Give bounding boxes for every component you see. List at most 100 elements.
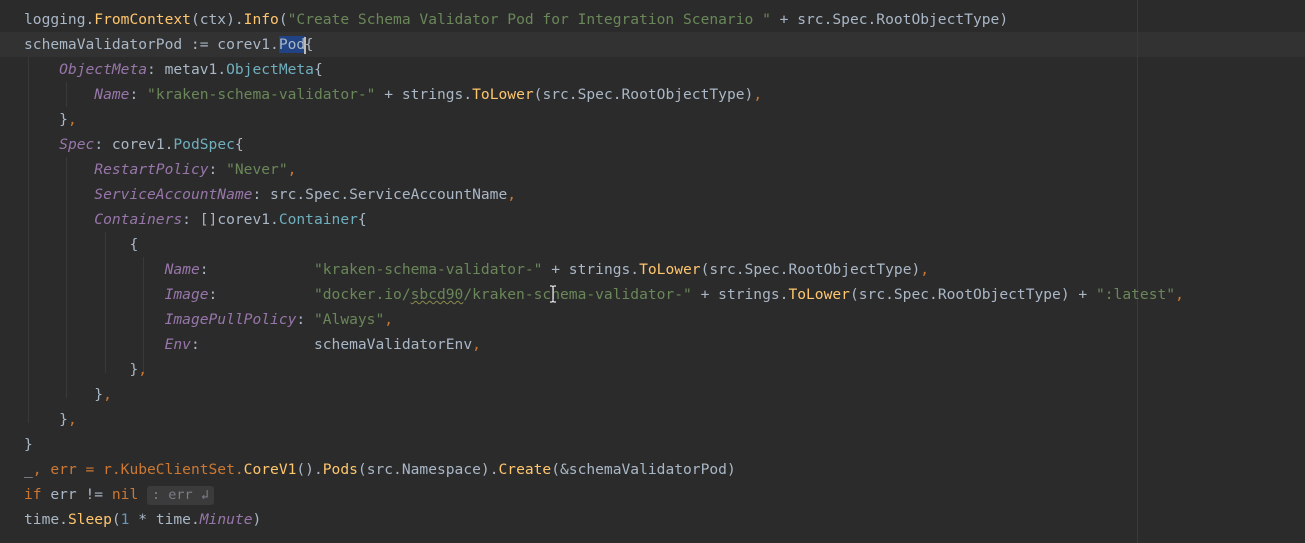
token: }: [24, 436, 33, 453]
code-line-10: {: [24, 232, 138, 257]
token: :: [296, 311, 314, 328]
token: schemaValidatorPod := corev1.: [24, 36, 279, 53]
token: (src.Spec.RootObjectType): [533, 86, 754, 103]
code-line-17: },: [24, 407, 77, 432]
token: err !=: [41, 486, 112, 503]
code-line-5: },: [24, 107, 77, 132]
token: ,: [67, 411, 77, 428]
token: + strings.: [375, 86, 473, 103]
token: }: [59, 411, 68, 428]
code-line-18: }: [24, 432, 33, 457]
token: : src.Spec.ServiceAccountName: [252, 186, 508, 203]
code-line-3: ObjectMeta: metav1.ObjectMeta{: [24, 57, 323, 82]
token: (: [111, 511, 121, 528]
token: ToLower: [472, 86, 534, 103]
token: (ctx).: [190, 11, 244, 28]
token: , err = r.KubeClientSet.: [32, 461, 244, 478]
code-line-20: if err != nil : err ↲: [24, 482, 214, 507]
string-literal: /kraken-schema-validator-": [463, 286, 692, 303]
code-line-7: RestartPolicy: "Never",: [24, 157, 296, 182]
string-literal: "kraken-schema-validator-": [147, 86, 376, 103]
constant: Minute: [199, 511, 253, 528]
code-line-13: ImagePullPolicy: "Always",: [24, 307, 393, 332]
right-margin-guide: [1137, 0, 1138, 543]
token: (&schemaValidatorPod): [551, 461, 736, 478]
code-line-1: logging.FromContext(ctx).Info("Create Sc…: [24, 7, 1008, 32]
field-name: Name: [164, 261, 200, 278]
token: _: [24, 461, 33, 478]
token: time.: [24, 511, 68, 528]
field-name: Spec: [59, 136, 95, 153]
token: FromContext: [94, 11, 191, 28]
string-literal: "docker.io/: [313, 286, 411, 303]
token: * time.: [129, 511, 200, 528]
token: Info: [243, 11, 279, 28]
token: (src.Spec.RootObjectType): [700, 261, 921, 278]
token: {: [357, 211, 367, 228]
token: }: [59, 111, 68, 128]
code-line-9: Containers: []corev1.Container{: [24, 207, 367, 232]
token: {: [234, 136, 244, 153]
token: (src.Namespace).: [357, 461, 499, 478]
field-name: ObjectMeta: [59, 61, 148, 78]
field-name: Name: [94, 86, 130, 103]
code-line-15: },: [24, 357, 147, 382]
token: ,: [67, 111, 77, 128]
token: (src.Spec.RootObjectType) +: [849, 286, 1096, 303]
token: }: [94, 386, 104, 403]
token: ,: [1175, 286, 1184, 303]
token: : corev1.: [94, 136, 174, 153]
type-name: PodSpec: [173, 136, 235, 153]
string-literal: "Never": [226, 161, 288, 178]
code-line-19: _, err = r.KubeClientSet.CoreV1().Pods(s…: [24, 457, 736, 482]
field-name: Image: [164, 286, 209, 303]
token: ().: [296, 461, 323, 478]
string-literal-typo: sbcd90: [410, 286, 464, 303]
token: ,: [138, 361, 148, 378]
code-line-16: },: [24, 382, 112, 407]
token: ,: [384, 311, 394, 328]
type-name: ObjectMeta: [226, 61, 314, 78]
selected-token: Pod: [278, 36, 306, 53]
field-name: Containers: [94, 211, 183, 228]
token: Create: [498, 461, 552, 478]
string-literal: "Create Schema Validator Pod for Integra…: [287, 11, 771, 28]
token: Sleep: [67, 511, 112, 528]
keyword: if: [24, 486, 42, 503]
code-line-6: Spec: corev1.PodSpec{: [24, 132, 244, 157]
string-literal: "Always": [313, 311, 385, 328]
token: ,: [287, 161, 297, 178]
token: + src.Spec.RootObjectType): [770, 11, 1009, 28]
token: : metav1.: [147, 61, 227, 78]
string-literal: "kraken-schema-validator-": [313, 261, 543, 278]
token: ,: [472, 336, 481, 353]
token: ,: [103, 386, 112, 403]
token: (: [278, 11, 288, 28]
text-ibeam-icon: [550, 285, 556, 303]
token: ToLower: [639, 261, 701, 278]
token: : schemaValidatorEnv: [190, 336, 473, 353]
field-name: RestartPolicy: [94, 161, 209, 178]
field-name: Env: [164, 336, 191, 353]
code-line-11: Name: "kraken-schema-validator-" + strin…: [24, 257, 929, 282]
token: Pods: [322, 461, 358, 478]
code-line-14: Env: schemaValidatorEnv,: [24, 332, 481, 357]
token: + strings.: [691, 286, 789, 303]
code-editor[interactable]: logging.FromContext(ctx).Info("Create Sc…: [0, 0, 1305, 543]
code-line-2: schemaValidatorPod := corev1.Pod{: [24, 32, 313, 57]
token: {: [313, 61, 323, 78]
code-line-4: Name: "kraken-schema-validator-" + strin…: [24, 82, 762, 107]
folded-block-hint[interactable]: : err ↲: [147, 486, 214, 505]
token: :: [129, 86, 148, 103]
field-name: ServiceAccountName: [94, 186, 253, 203]
token: + strings.: [542, 261, 640, 278]
token: logging.: [24, 11, 95, 28]
keyword: nil: [111, 486, 139, 503]
code-line-8: ServiceAccountName: src.Spec.ServiceAcco…: [24, 182, 516, 207]
token: ): [252, 511, 262, 528]
type-name: Container: [278, 211, 358, 228]
code-line-21: time.Sleep(1 * time.Minute): [24, 507, 261, 532]
token: }: [129, 361, 139, 378]
token: {: [129, 236, 139, 253]
